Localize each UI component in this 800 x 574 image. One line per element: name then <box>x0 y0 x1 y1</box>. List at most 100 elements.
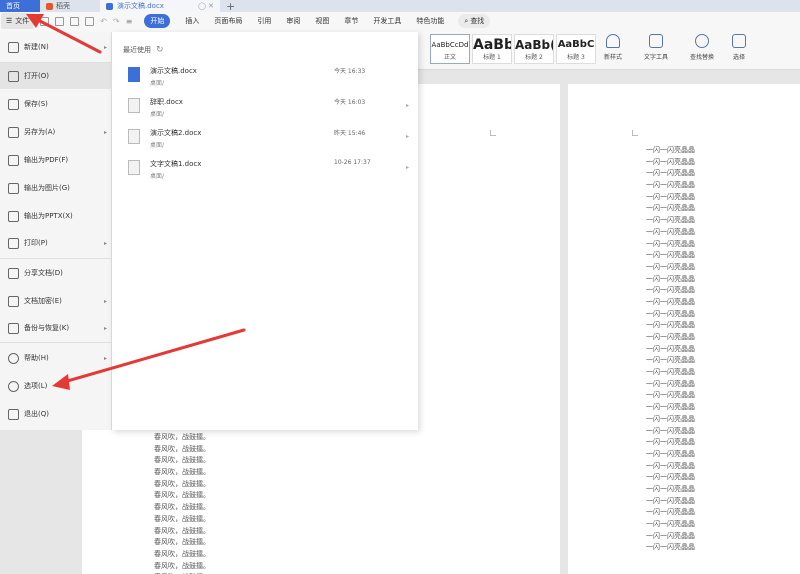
menu-features[interactable]: 特色功能 <box>416 16 444 26</box>
help-icon <box>8 352 19 364</box>
divider <box>0 342 112 343</box>
document-icon <box>128 160 140 175</box>
file-menu-share[interactable]: 分享文档(D) <box>0 260 112 286</box>
tab-docer[interactable]: 稻壳 <box>40 0 100 12</box>
text-tool-button[interactable]: 文字工具 <box>644 34 668 61</box>
new-file-icon <box>8 41 19 53</box>
left-page-text: 春风吹，战鼓擂。 春风吹，战鼓擂。 春风吹，战鼓擂。 春风吹，战鼓擂。 春风吹，战鼓擂。… <box>154 432 210 574</box>
new-style-button[interactable]: 新样式 <box>604 34 622 61</box>
new-tab-button[interactable]: + <box>220 0 241 13</box>
preview-quick-icon[interactable] <box>85 16 95 26</box>
style-name: 标题 2 <box>525 53 543 61</box>
tab-document[interactable]: 演示文稿.docx ◯ ✕ <box>100 0 220 12</box>
text-line: 一闪一闪亮晶晶 <box>646 508 695 517</box>
chevron-right-icon: ▸ <box>103 324 107 332</box>
text-line: 一闪一闪亮晶晶 <box>646 391 695 400</box>
file-menu-export-pptx[interactable]: 输出为PPTX(X) <box>0 203 112 229</box>
find-replace-button[interactable]: 查找替换 <box>690 34 714 61</box>
file-menu-new[interactable]: 新建(N) ▸ <box>0 34 112 60</box>
recent-file-path: 桌面/ <box>150 142 165 149</box>
recent-file-item[interactable]: 演示文稿.docx 桌面/ 今天 16:33 <box>112 62 418 92</box>
undo-icon[interactable]: ↶ <box>100 17 107 26</box>
recent-file-name: 演示文稿2.docx <box>150 129 202 137</box>
text-line: 一闪一闪亮晶晶 <box>646 356 695 365</box>
file-menu-export-image[interactable]: 输出为图片(G) <box>0 175 112 201</box>
file-menu-save-as[interactable]: 另存为(A) ▸ <box>0 119 112 145</box>
text-line: 一闪一闪亮晶晶 <box>646 251 695 260</box>
text-line: 一闪一闪亮晶晶 <box>646 379 695 388</box>
file-menu-help[interactable]: 帮助(H) ▸ <box>0 345 112 371</box>
lock-icon <box>8 295 19 307</box>
folder-icon <box>8 70 19 82</box>
text-line: 一闪一闪亮晶晶 <box>646 333 695 341</box>
page-corner-mark <box>632 130 638 136</box>
file-menu-export-pdf[interactable]: 输出为PDF(F) <box>0 147 112 173</box>
menu-developer[interactable]: 开发工具 <box>373 16 401 26</box>
recent-file-time: 昨天 15:46 <box>334 130 366 137</box>
tab-docer-label: 稻壳 <box>56 2 70 10</box>
find-replace-label: 查找替换 <box>690 54 715 61</box>
tab-home[interactable]: 首页 <box>0 0 40 12</box>
file-menu-save-label: 保存(S) <box>24 100 48 108</box>
text-line: 一闪一闪亮晶晶 <box>646 274 695 283</box>
text-line: 一闪一闪亮晶晶 <box>646 531 695 540</box>
save-icon <box>8 98 19 110</box>
save-quick-icon[interactable] <box>40 16 50 26</box>
export-quick-icon[interactable] <box>55 16 65 26</box>
menu-row: ☰ 文件 ↶ ↷ ≡ 开始 插入 页面布局 引用 审阅 视图 章节 开发工具 特… <box>0 12 800 30</box>
menu-view[interactable]: 视图 <box>315 16 329 26</box>
file-menu-print[interactable]: 打印(P) ▸ <box>0 230 112 256</box>
file-menu-button[interactable]: ☰ 文件 <box>1 13 35 29</box>
file-menu-open[interactable]: 打开(O) <box>0 63 112 89</box>
style-normal[interactable]: AaBbCcDd 正文 <box>430 34 470 64</box>
text-line: 一闪一闪亮晶晶 <box>646 414 695 423</box>
recent-file-item[interactable]: 演示文稿2.docx 桌面/ 昨天 15:46 ▸ <box>112 124 418 154</box>
text-line: 春风吹，战鼓擂。 <box>154 456 210 465</box>
text-line: 一闪一闪亮晶晶 <box>646 157 695 166</box>
print-quick-icon[interactable] <box>70 16 80 26</box>
text-line: 春风吹，战鼓擂。 <box>154 561 210 570</box>
text-line: 春风吹，战鼓擂。 <box>154 514 210 523</box>
menu-insert[interactable]: 插入 <box>185 16 199 26</box>
style-name: 标题 3 <box>567 53 585 61</box>
hamburger-icon: ☰ <box>6 17 13 25</box>
style-heading3[interactable]: AaBbC 标题 3 <box>556 34 596 64</box>
style-gallery: AaBbCcDd 正文 AaBb 标题 1 AaBb( 标题 2 AaBbC 标… <box>430 34 596 64</box>
pdf-icon <box>8 154 19 166</box>
recent-file-item[interactable]: 辞职.docx 桌面/ 今天 16:03 ▸ <box>112 93 418 123</box>
menu-page-layout[interactable]: 页面布局 <box>214 16 242 26</box>
text-line: 一闪一闪亮晶晶 <box>646 286 695 295</box>
refresh-icon[interactable]: ↻ <box>156 45 164 55</box>
recent-title: 最近使用 ↻ <box>123 45 164 55</box>
style-sample: AaBb( <box>515 37 553 52</box>
right-page-text: 一闪一闪亮晶晶 一闪一闪亮晶晶 一闪一闪亮晶晶 一闪一闪亮晶晶 一闪一闪亮晶晶 一闪一闪亮… <box>646 145 695 554</box>
file-menu-backup[interactable]: 备份与恢复(K) ▸ <box>0 315 112 341</box>
file-menu-backup-label: 备份与恢复(K) <box>24 324 70 332</box>
save-as-icon <box>8 126 19 138</box>
file-menu-options[interactable]: 选项(L) <box>0 373 112 399</box>
tab-close-icon[interactable]: ◯ ✕ <box>198 2 214 10</box>
text-line: 春风吹，战鼓擂。 <box>154 538 210 547</box>
file-menu-label: 文件 <box>15 17 30 25</box>
file-menu-exit[interactable]: 退出(Q) <box>0 401 112 427</box>
text-line: 一闪一闪亮晶晶 <box>646 309 695 318</box>
select-button[interactable]: 选择 <box>732 34 746 61</box>
file-menu-encrypt[interactable]: 文档加密(E) ▸ <box>0 288 112 314</box>
menu-reference[interactable]: 引用 <box>257 16 271 26</box>
chevron-right-icon: ▸ <box>406 102 410 109</box>
search-box[interactable]: ⌕ 查找 <box>458 14 491 28</box>
recent-file-item[interactable]: 文字文稿1.docx 桌面/ 10-26 17:37 ▸ <box>112 155 418 185</box>
style-heading2[interactable]: AaBb( 标题 2 <box>514 34 554 64</box>
menu-start[interactable]: 开始 <box>144 14 171 28</box>
text-line: 春风吹，战鼓擂。 <box>154 433 210 441</box>
file-menu-save[interactable]: 保存(S) <box>0 91 112 117</box>
text-line: 一闪一闪亮晶晶 <box>646 239 695 248</box>
menu-section[interactable]: 章节 <box>344 16 358 26</box>
recent-file-name: 演示文稿.docx <box>150 67 197 75</box>
menu-review[interactable]: 审阅 <box>286 16 300 26</box>
style-heading1[interactable]: AaBb 标题 1 <box>472 34 512 64</box>
customize-icon[interactable]: ≡ <box>126 17 133 26</box>
style-name: 正文 <box>443 53 456 61</box>
redo-icon[interactable]: ↷ <box>113 17 120 26</box>
recent-file-path: 桌面/ <box>150 111 165 118</box>
